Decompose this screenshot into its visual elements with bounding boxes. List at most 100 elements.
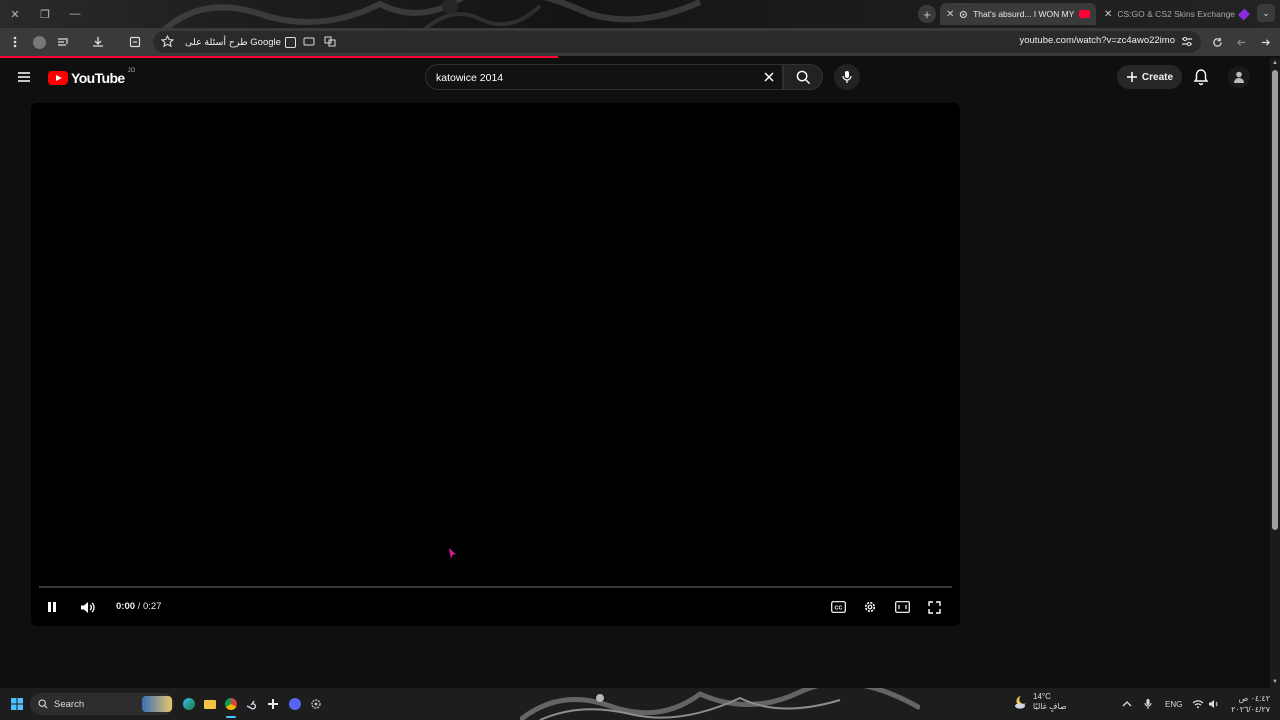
clear-search-icon[interactable]	[762, 70, 776, 84]
settings-app-icon[interactable]	[306, 694, 326, 714]
youtube-masthead: YouTube JO Create	[0, 58, 1270, 98]
gaming-app-icon[interactable]	[263, 694, 283, 714]
system-clock[interactable]: ٠٤:٤٢ ص ٢٠٢٦/٠٤/٢٧	[1226, 693, 1270, 715]
notifications-bell-icon[interactable]	[1192, 68, 1210, 86]
wallpaper-artwork	[520, 688, 920, 720]
microphone-tray-icon[interactable]	[1138, 694, 1158, 714]
tray-overflow-chevron-icon[interactable]	[1117, 694, 1137, 714]
current-time: 0:00	[116, 601, 136, 612]
pause-button[interactable]	[41, 596, 63, 618]
tab-skins-exchange[interactable]: ✕ CS:GO & CS2 Skins Exchange	[1098, 3, 1254, 25]
restore-window-icon[interactable]: ❐	[30, 0, 60, 28]
search-highlight-icon	[142, 696, 172, 712]
time-separator: /	[135, 601, 143, 612]
browser-toolbar: طرح أسئلة على Google youtube.com/watch?v…	[0, 28, 1280, 56]
pause-icon	[48, 602, 56, 612]
scroll-up-arrow-icon[interactable]: ▲	[1272, 60, 1278, 66]
volume-icon	[80, 601, 95, 613]
logo-text: YouTube	[71, 70, 125, 86]
weather-temperature: 14°C	[1033, 692, 1051, 701]
close-tab-icon[interactable]: ✕	[1104, 9, 1112, 20]
windows-start-icon[interactable]	[7, 694, 27, 714]
kebab-menu-icon[interactable]	[5, 32, 25, 52]
speaker-tray-icon[interactable]	[1204, 694, 1224, 714]
weather-widget[interactable]: 14°C صافٍ غالبًا	[1012, 692, 1067, 712]
scrollbar-thumb[interactable]	[1272, 70, 1278, 530]
search-input[interactable]	[434, 67, 738, 89]
fullscreen-icon	[927, 600, 941, 614]
search-icon	[38, 699, 48, 709]
new-tab-button[interactable]: +	[918, 5, 936, 23]
forward-arrow-icon[interactable]	[1255, 32, 1275, 52]
extensions-icon[interactable]	[125, 32, 145, 52]
search-icon	[796, 70, 810, 84]
url-text: youtube.com/watch?v=zc4awo22imo	[1019, 35, 1175, 46]
windows-taskbar: Search 14°C صافٍ غالبًا ENG ٠٤:٤٢ ص ٢٠٢٦…	[0, 688, 1280, 720]
active-app-indicator	[226, 716, 236, 718]
chrome-icon[interactable]	[221, 694, 241, 714]
clock-time: ٠٤:٤٢ ص	[1238, 694, 1270, 703]
address-bar[interactable]: طرح أسئلة على Google youtube.com/watch?v…	[153, 31, 1201, 53]
screenshot-icon[interactable]	[303, 36, 315, 47]
clock-date: ٢٠٢٦/٠٤/٢٧	[1231, 705, 1270, 714]
youtube-play-icon	[48, 71, 68, 85]
mouse-cursor-icon	[449, 548, 456, 559]
progress-bar[interactable]	[39, 586, 952, 588]
file-explorer-icon[interactable]	[200, 694, 220, 714]
theater-mode-button[interactable]	[891, 596, 913, 618]
reload-icon[interactable]	[1207, 32, 1227, 52]
user-avatar-icon	[1234, 71, 1244, 83]
subtitles-button[interactable]: CC	[827, 596, 849, 618]
taskbar-search[interactable]: Search	[30, 693, 174, 715]
minimize-window-icon[interactable]: —	[60, 0, 90, 28]
profile-avatar-icon[interactable]	[29, 32, 49, 52]
youtube-logo[interactable]: YouTube JO	[48, 68, 135, 88]
theater-mode-icon	[894, 601, 910, 613]
tab-title: That's absurd... I WON MY	[973, 9, 1075, 19]
tab-search-chevron-icon[interactable]: ⌄	[1257, 4, 1275, 22]
ask-google-chip[interactable]: طرح أسئلة على Google	[185, 34, 296, 50]
youtube-favicon-icon	[1079, 10, 1090, 18]
voice-search-button[interactable]	[834, 64, 860, 90]
microphone-icon	[842, 71, 852, 83]
translate-icon[interactable]	[324, 36, 336, 47]
taskbar-search-label: Search	[54, 698, 85, 710]
close-window-icon[interactable]: ✕	[0, 0, 30, 28]
audio-playing-icon	[960, 10, 968, 18]
svg-text:CC: CC	[834, 605, 842, 611]
duration: 0:27	[142, 601, 162, 612]
back-arrow-icon[interactable]	[1231, 32, 1251, 52]
ask-google-label: طرح أسئلة على Google	[185, 36, 281, 48]
bookmark-star-icon[interactable]	[161, 35, 174, 48]
steam-icon[interactable]	[242, 694, 262, 714]
tab-youtube[interactable]: ✕ That's absurd... I WON MY	[940, 3, 1096, 25]
create-label: Create	[1141, 71, 1174, 83]
site-settings-icon[interactable]	[1181, 36, 1193, 47]
volume-button[interactable]	[76, 596, 98, 618]
hamburger-menu-icon[interactable]	[15, 68, 33, 86]
search-button[interactable]	[783, 64, 823, 90]
page-scrollbar[interactable]: ▲ ▼	[1270, 58, 1280, 688]
browser-tab-strip: ✕ ❐ — + ✕ That's absurd... I WON MY ✕ CS…	[0, 0, 1280, 28]
time-display: 0:00 / 0:27	[116, 601, 161, 612]
download-icon[interactable]	[88, 32, 108, 52]
weather-moon-cloud-icon	[1015, 696, 1026, 709]
skins-favicon-icon	[1238, 8, 1251, 20]
account-avatar[interactable]	[1228, 66, 1250, 88]
settings-button[interactable]	[859, 596, 881, 618]
tab-title: CS:GO & CS2 Skins Exchange	[1117, 9, 1236, 19]
gear-icon	[864, 601, 876, 613]
fullscreen-button[interactable]	[923, 596, 945, 618]
edge-browser-icon[interactable]	[179, 694, 199, 714]
lens-icon	[284, 36, 296, 48]
weather-description: صافٍ غالبًا	[1033, 702, 1067, 711]
video-player[interactable]: 0:00 / 0:27 CC	[31, 103, 960, 626]
scroll-down-arrow-icon[interactable]: ▼	[1272, 679, 1278, 685]
close-tab-icon[interactable]: ✕	[946, 9, 954, 20]
search-box	[425, 64, 783, 90]
closed-captions-icon: CC	[830, 601, 846, 613]
input-language[interactable]: ENG	[1165, 700, 1182, 709]
reading-list-icon[interactable]	[53, 32, 73, 52]
create-button[interactable]: Create	[1117, 65, 1182, 89]
discord-icon[interactable]	[285, 694, 305, 714]
